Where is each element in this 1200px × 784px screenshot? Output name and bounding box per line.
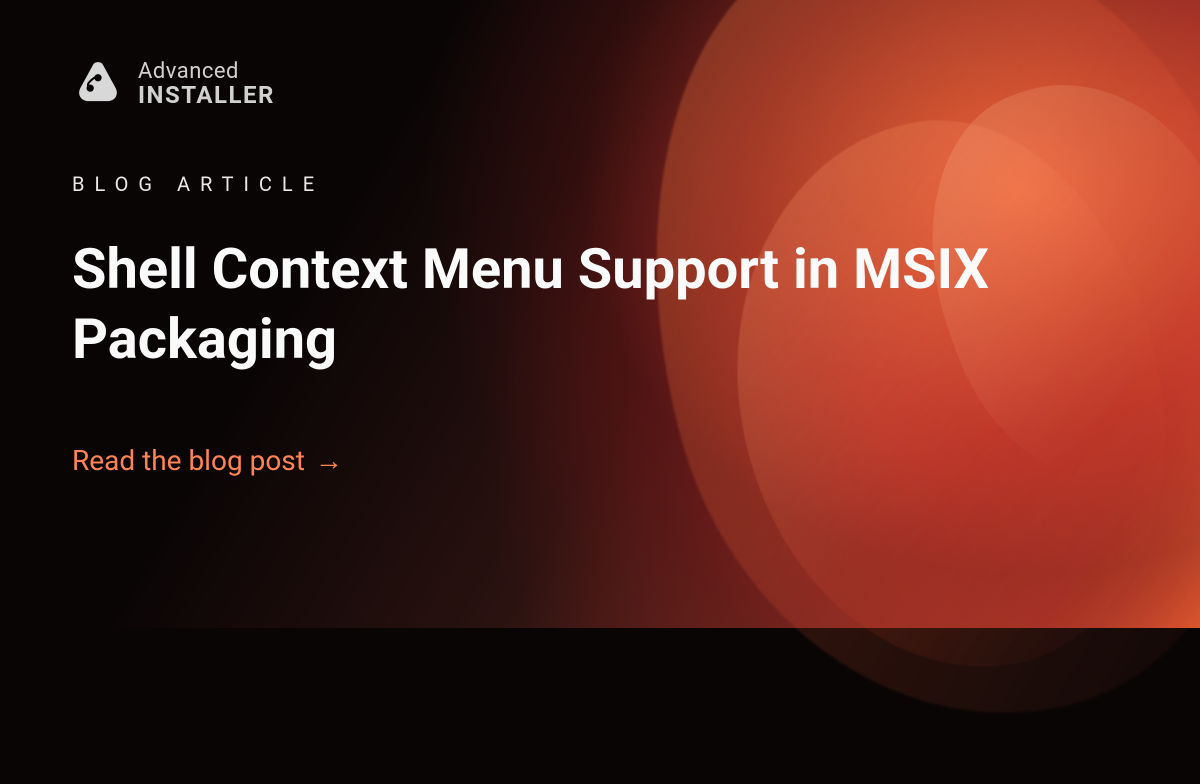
advanced-installer-logo-icon — [72, 58, 124, 110]
cta-label: Read the blog post — [72, 444, 305, 477]
logo: Advanced INSTALLER — [72, 58, 1128, 110]
arrow-right-icon: → — [315, 447, 343, 475]
read-blog-post-link[interactable]: Read the blog post → — [72, 444, 343, 477]
logo-text-bottom: INSTALLER — [138, 83, 275, 108]
logo-text: Advanced INSTALLER — [138, 60, 275, 108]
eyebrow-label: BLOG ARTICLE — [72, 172, 1128, 196]
content-container: Advanced INSTALLER BLOG ARTICLE Shell Co… — [0, 0, 1200, 628]
page-title: Shell Context Menu Support in MSIX Packa… — [72, 234, 1032, 374]
logo-text-top: Advanced — [138, 60, 275, 83]
